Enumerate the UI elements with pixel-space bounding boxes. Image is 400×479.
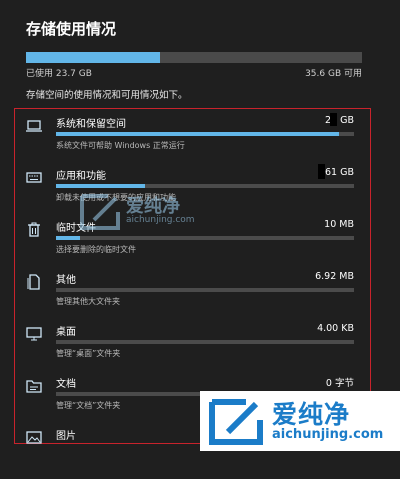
category-usage-bar	[56, 340, 354, 344]
watermark-url: aichunjing.com	[272, 427, 384, 442]
storage-usage-bar	[26, 52, 362, 63]
category-name: 应用和功能	[56, 171, 106, 182]
category-name: 图片	[56, 431, 76, 442]
category-description: 管理“文档”文件夹	[56, 401, 121, 410]
category-size: 0 字节	[325, 378, 354, 389]
used-space-label: 已使用 23.7 GB	[26, 69, 92, 79]
watermark-corner: 爱纯净 aichunjing.com	[200, 391, 400, 451]
redaction-mask	[318, 164, 325, 179]
category-description: 管理其他大文件夹	[56, 297, 120, 306]
keyboard-icon	[25, 169, 43, 187]
free-space-label: 35.6 GB 可用	[305, 69, 362, 79]
watermark-logo-icon	[209, 399, 263, 445]
storage-description: 存储空间的使用情况和可用情况如下。	[26, 90, 188, 101]
category-usage-fill	[56, 184, 146, 188]
category-system-reserved[interactable]: 系统和保留空间 20 GB 系统文件可帮助 Windows 正常运行	[15, 115, 370, 167]
folder-icon	[25, 377, 43, 395]
category-size: 6.92 MB	[315, 271, 354, 282]
category-description: 系统文件可帮助 Windows 正常运行	[56, 141, 185, 150]
category-apps-features[interactable]: 应用和功能 .61 GB 卸载未使用或不想要的应用和功能	[15, 167, 370, 219]
category-size: 4.00 KB	[317, 323, 354, 334]
page-title: 存储使用情况	[26, 20, 117, 38]
category-desktop[interactable]: 桌面 4.00 KB 管理“桌面”文件夹	[15, 323, 370, 375]
category-usage-bar	[56, 236, 354, 240]
category-name: 临时文件	[56, 223, 96, 234]
file-icon	[25, 273, 43, 291]
category-description: 选择要删除的临时文件	[56, 245, 136, 254]
category-usage-bar	[56, 288, 354, 292]
category-size: .61 GB	[321, 167, 354, 178]
monitor-icon	[25, 325, 43, 343]
category-description: 管理“桌面”文件夹	[56, 349, 121, 358]
redaction-mask	[330, 113, 337, 126]
category-name: 桌面	[56, 327, 76, 338]
category-description: 卸载未使用或不想要的应用和功能	[56, 193, 176, 202]
category-usage-bar	[56, 132, 354, 136]
category-name: 文档	[56, 379, 76, 390]
laptop-icon	[25, 117, 43, 135]
category-name: 系统和保留空间	[56, 119, 126, 130]
category-usage-fill	[56, 132, 340, 136]
category-size: 10 MB	[324, 219, 354, 230]
category-temp-files[interactable]: 临时文件 10 MB 选择要删除的临时文件	[15, 219, 370, 271]
storage-usage-fill	[26, 52, 161, 63]
category-usage-fill	[56, 236, 80, 240]
picture-icon	[25, 429, 43, 447]
category-other[interactable]: 其他 6.92 MB 管理其他大文件夹	[15, 271, 370, 323]
category-name: 其他	[56, 275, 76, 286]
trash-icon	[25, 221, 43, 239]
watermark-brand: 爱纯净	[272, 400, 351, 429]
category-usage-bar	[56, 184, 354, 188]
